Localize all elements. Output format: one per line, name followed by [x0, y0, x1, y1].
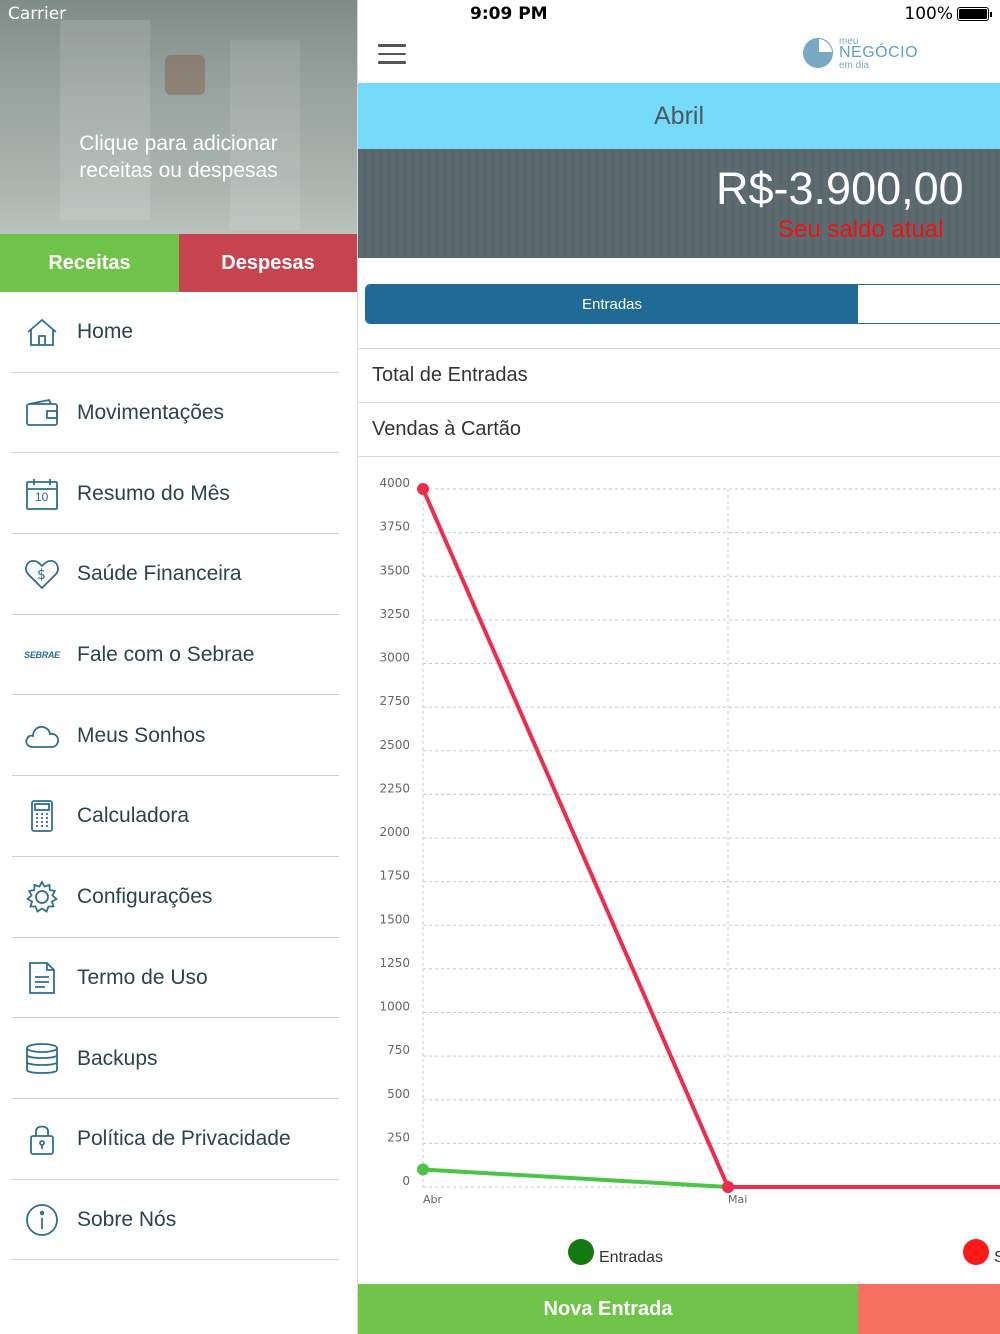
svg-text:$: $ [37, 567, 46, 583]
menu-item-saude[interactable]: $ Saúde Financeira [0, 534, 357, 615]
y-tick-label: 3000 [379, 651, 410, 665]
menu-list: Home Movimentações 10 Resumo do Mês $ Sa… [0, 292, 357, 1260]
month-selector[interactable]: Abril [358, 83, 1000, 149]
home-icon [24, 314, 60, 350]
x-tick-label: Mai [728, 1193, 747, 1206]
menu-item-resumo[interactable]: 10 Resumo do Mês [0, 453, 357, 534]
y-tick-label: 1750 [379, 869, 410, 883]
menu-item-sobre[interactable]: Sobre Nós [0, 1180, 357, 1261]
battery-icon [957, 7, 989, 21]
bottom-actions: Nova Entrada [358, 1284, 1000, 1334]
document-icon [24, 960, 60, 996]
side-menu: Clique para adicionar receitas ou despes… [0, 0, 358, 1334]
legend-label-entradas: Entradas [599, 1249, 664, 1266]
menu-item-movimentacoes[interactable]: Movimentações [0, 373, 357, 454]
cloud-icon [24, 718, 60, 754]
segment-entradas[interactable]: Entradas [366, 285, 858, 323]
segment-other[interactable] [858, 285, 1000, 323]
balance-panel: R$-3.900,00 Seu saldo atual [358, 149, 1000, 258]
menu-item-home[interactable]: Home [0, 292, 357, 373]
y-tick-label: 2250 [379, 781, 410, 795]
battery-percent: 100% [904, 4, 953, 24]
data-point [417, 483, 429, 495]
carrier-label: Carrier [8, 4, 67, 24]
menu-item-privacidade[interactable]: Política de Privacidade [0, 1099, 357, 1180]
sebrae-icon: SEBRAE [24, 650, 60, 661]
calculator-icon [24, 798, 60, 834]
month-label: Abril [653, 101, 704, 130]
menu-item-sonhos[interactable]: Meus Sonhos [0, 695, 357, 776]
receitas-button[interactable]: Receitas [0, 234, 179, 292]
y-tick-label: 2500 [379, 738, 410, 752]
legend-dot-s [963, 1239, 989, 1265]
y-tick-label: 1250 [379, 956, 410, 970]
hero-text: Clique para adicionar receitas ou despes… [79, 132, 278, 182]
calendar-day: 10 [35, 489, 49, 504]
y-tick-label: 1000 [379, 1000, 410, 1014]
line-chart: 0 250 500 750 1000 1250 1500 1750 2000 2250 2500 27… [358, 456, 1000, 1257]
database-icon [24, 1041, 60, 1077]
clock: 9:09 PM [470, 4, 548, 24]
segmented-control: Entradas [365, 284, 1000, 324]
vendas-cartao-row[interactable]: Vendas à Cartão [358, 402, 1000, 456]
x-tick-label: Abr [423, 1193, 443, 1206]
y-tick-label: 3250 [379, 607, 410, 621]
main-panel: meu NEGÓCIO em dia Abril R$-3.900,00 Seu… [358, 0, 1000, 1334]
y-tick-label: 1500 [379, 912, 410, 926]
balance-label: Seu saldo atual [778, 216, 944, 243]
gear-icon [24, 879, 60, 915]
y-tick-label: 4000 [379, 476, 410, 490]
despesas-button[interactable]: Despesas [179, 234, 357, 292]
y-tick-label: 3750 [379, 520, 410, 534]
wallet-icon [24, 395, 60, 431]
chart-legend: Entradas S [358, 1236, 1000, 1276]
y-tick-label: 2000 [379, 825, 410, 839]
hero-banner[interactable]: Clique para adicionar receitas ou despes… [0, 0, 357, 234]
balance-amount: R$-3.900,00 [716, 163, 964, 214]
y-tick-label: 0 [402, 1174, 410, 1188]
heart-dollar-icon: $ [24, 556, 60, 592]
legend-label-s: S [994, 1249, 1000, 1266]
menu-item-sebrae[interactable]: SEBRAE Fale com o Sebrae [0, 615, 357, 696]
app-logo: meu NEGÓCIO em dia [803, 36, 923, 72]
total-entradas-row[interactable]: Total de Entradas [358, 348, 1000, 402]
y-tick-label: 500 [387, 1087, 410, 1101]
y-tick-label: 750 [387, 1043, 410, 1057]
lock-icon [24, 1121, 60, 1157]
data-point [417, 1163, 429, 1176]
legend-dot-entradas [568, 1239, 594, 1265]
menu-item-calculadora[interactable]: Calculadora [0, 776, 357, 857]
data-point [722, 1181, 734, 1193]
chart-svg: 0 250 500 750 1000 1250 1500 1750 2000 2250 2500 27… [379, 476, 1000, 1206]
menu-item-configuracoes[interactable]: Configurações [0, 857, 357, 938]
y-tick-label: 2750 [379, 694, 410, 708]
secondary-action-button[interactable] [858, 1284, 1000, 1334]
hamburger-menu-icon[interactable] [378, 44, 406, 64]
logo-pie-icon [803, 38, 833, 68]
status-bar: Carrier 9:09 PM 100% [0, 0, 1000, 28]
series-line-entradas [422, 1167, 729, 1189]
y-tick-label: 3500 [379, 563, 410, 577]
info-icon [24, 1202, 60, 1238]
battery-indicator: 100% [904, 4, 992, 24]
calendar-icon: 10 [24, 476, 60, 512]
y-tick-label: 250 [387, 1130, 410, 1144]
nova-entrada-button[interactable]: Nova Entrada [358, 1284, 858, 1334]
menu-item-backups[interactable]: Backups [0, 1018, 357, 1099]
menu-item-termo[interactable]: Termo de Uso [0, 938, 357, 1019]
